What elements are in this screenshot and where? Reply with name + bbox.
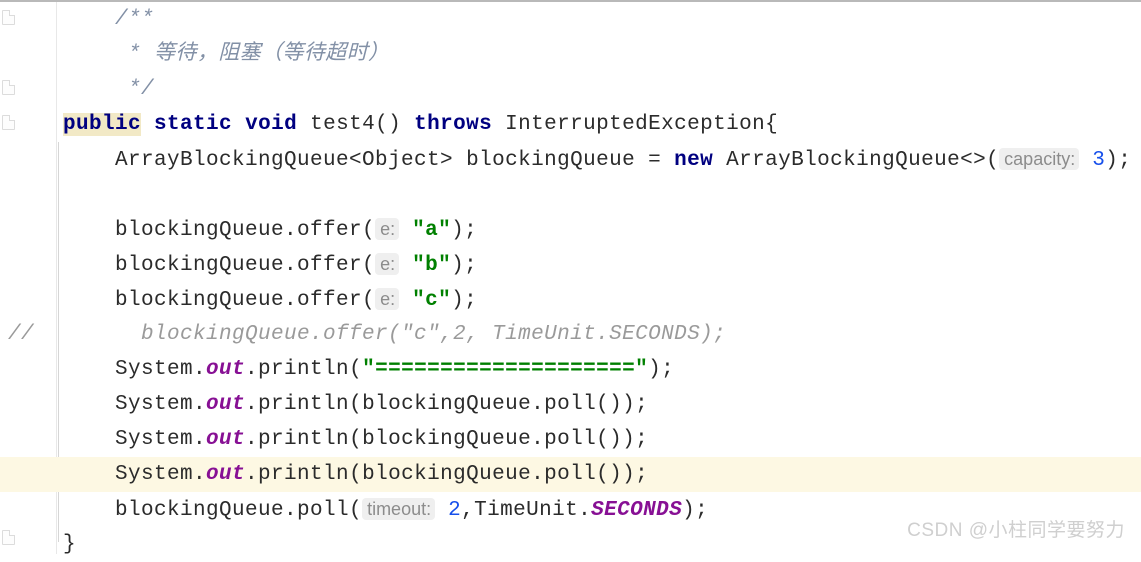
code-token: blockingQueue.poll( bbox=[63, 499, 363, 522]
code-token: "====================" bbox=[362, 358, 649, 381]
code-token: out bbox=[206, 393, 246, 416]
code-token: ); bbox=[1105, 149, 1132, 172]
code-token: System. bbox=[63, 463, 207, 486]
code-token: .println(blockingQueue.poll()); bbox=[245, 463, 649, 486]
code-line-text: blockingQueue.offer("c",2, TimeUnit.SECO… bbox=[57, 317, 726, 352]
code-token: ); bbox=[682, 499, 709, 522]
code-line[interactable]: System.out.println(blockingQueue.poll())… bbox=[0, 387, 1141, 422]
code-line[interactable]: */ bbox=[0, 72, 1141, 107]
code-token: ArrayBlockingQueue<>( bbox=[713, 149, 1000, 172]
code-token: ,TimeUnit. bbox=[461, 499, 592, 522]
code-token: .println( bbox=[245, 358, 363, 381]
code-line-text: System.out.println("====================… bbox=[57, 352, 674, 387]
code-token: test4() bbox=[297, 113, 415, 136]
code-line-text: System.out.println(blockingQueue.poll())… bbox=[57, 387, 648, 422]
code-token: blockingQueue.offer( bbox=[63, 289, 376, 312]
code-token: ); bbox=[451, 289, 478, 312]
code-token: SECONDS bbox=[591, 499, 683, 522]
code-token: out bbox=[206, 428, 246, 451]
code-token: System. bbox=[63, 358, 207, 381]
code-token: 2 bbox=[448, 499, 462, 522]
parameter-hint: timeout: bbox=[362, 498, 436, 520]
code-line-text: System.out.println(blockingQueue.poll())… bbox=[57, 457, 648, 492]
parameter-hint: capacity: bbox=[999, 148, 1080, 170]
code-token: ArrayBlockingQueue<Object> blockingQueue… bbox=[63, 149, 675, 172]
code-line[interactable]: public static void test4() throws Interr… bbox=[0, 107, 1141, 142]
code-token: blockingQueue.offer( bbox=[63, 254, 376, 277]
code-token: 3 bbox=[1092, 149, 1106, 172]
code-line-text: blockingQueue.poll(timeout: 2,TimeUnit.S… bbox=[57, 492, 708, 528]
code-token: out bbox=[206, 463, 246, 486]
code-token: "a" bbox=[412, 219, 452, 242]
code-line-text: */ bbox=[57, 72, 154, 107]
line-comment-marker: // bbox=[8, 323, 35, 346]
code-line-text: /** bbox=[57, 2, 154, 37]
watermark: CSDN @小柱同学要努力 bbox=[907, 520, 1125, 541]
code-token: out bbox=[206, 358, 246, 381]
parameter-hint: e: bbox=[375, 218, 400, 240]
code-line[interactable]: blockingQueue.offer(e: "a"); bbox=[0, 212, 1141, 247]
code-token: } bbox=[63, 533, 77, 556]
parameter-hint: e: bbox=[375, 253, 400, 275]
code-token: InterruptedException{ bbox=[492, 113, 779, 136]
code-line[interactable]: * 等待，阻塞（等待超时） bbox=[0, 37, 1141, 72]
code-token: public bbox=[63, 113, 142, 136]
code-token: /** bbox=[115, 8, 155, 31]
code-token: static bbox=[154, 113, 233, 136]
code-token: */ bbox=[128, 78, 155, 101]
code-token: ); bbox=[648, 358, 675, 381]
code-line-text: public static void test4() throws Interr… bbox=[57, 107, 778, 142]
code-line-text: ArrayBlockingQueue<Object> blockingQueue… bbox=[57, 142, 1131, 178]
code-line[interactable]: System.out.println("====================… bbox=[0, 352, 1141, 387]
code-line-text: * 等待，阻塞（等待超时） bbox=[57, 37, 389, 72]
code-token: ); bbox=[451, 219, 478, 242]
code-line[interactable]: blockingQueue.offer(e: "c"); bbox=[0, 282, 1141, 317]
code-line[interactable]: System.out.println(blockingQueue.poll())… bbox=[0, 422, 1141, 457]
code-line-text: blockingQueue.offer(e: "c"); bbox=[57, 282, 477, 318]
code-token: blockingQueue.offer("c",2, TimeUnit.SECO… bbox=[63, 323, 727, 346]
code-line-text: } bbox=[57, 527, 76, 562]
code-token: .println(blockingQueue.poll()); bbox=[245, 393, 649, 416]
code-line[interactable]: blockingQueue.offer(e: "b"); bbox=[0, 247, 1141, 282]
code-token: "b" bbox=[412, 254, 452, 277]
code-editor[interactable]: /** * 等待，阻塞（等待超时） */ public static void t… bbox=[0, 0, 1141, 556]
code-token: System. bbox=[63, 428, 207, 451]
code-line-text: blockingQueue.offer(e: "b"); bbox=[57, 247, 477, 283]
code-line[interactable]: System.out.println(blockingQueue.poll())… bbox=[0, 457, 1141, 492]
parameter-hint: e: bbox=[375, 288, 400, 310]
code-line-text: System.out.println(blockingQueue.poll())… bbox=[57, 422, 648, 457]
code-token: * 等待，阻塞（等待超时） bbox=[128, 43, 390, 66]
code-token: throws bbox=[414, 113, 493, 136]
code-token: .println(blockingQueue.poll()); bbox=[245, 428, 649, 451]
code-token: System. bbox=[63, 393, 207, 416]
code-text-layer[interactable]: /** * 等待，阻塞（等待超时） */ public static void t… bbox=[0, 2, 1141, 556]
code-token: blockingQueue.offer( bbox=[63, 219, 376, 242]
code-line-text: blockingQueue.offer(e: "a"); bbox=[57, 212, 477, 248]
code-line[interactable]: // blockingQueue.offer("c",2, TimeUnit.S… bbox=[0, 317, 1141, 352]
code-line[interactable] bbox=[0, 177, 1141, 212]
code-token: new bbox=[674, 149, 714, 172]
code-token: "c" bbox=[412, 289, 452, 312]
code-line[interactable]: ArrayBlockingQueue<Object> blockingQueue… bbox=[0, 142, 1141, 177]
code-token: ); bbox=[451, 254, 478, 277]
code-line[interactable]: /** bbox=[0, 2, 1141, 37]
code-token: void bbox=[245, 113, 298, 136]
